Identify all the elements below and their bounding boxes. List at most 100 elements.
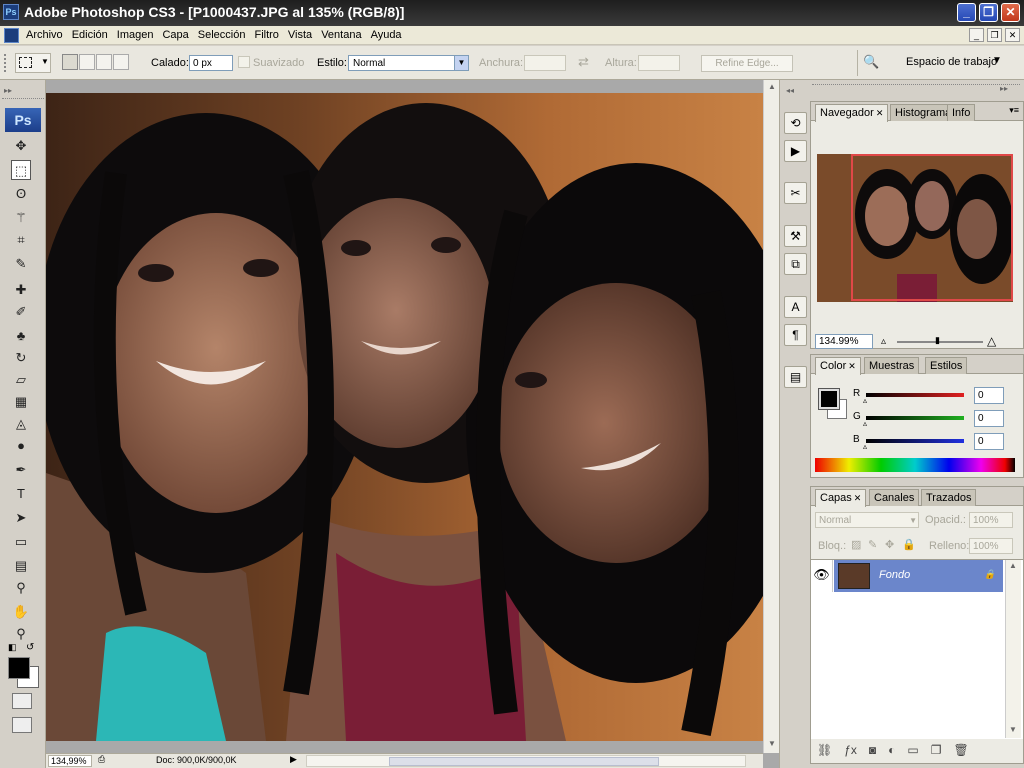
blend-mode-select[interactable]: Normal ▼ — [815, 512, 919, 528]
tab-canales[interactable]: Canales — [869, 489, 920, 506]
opacity-input[interactable]: 100% — [969, 512, 1013, 528]
doc-restore-button[interactable]: ❐ — [987, 28, 1002, 42]
slider-thumb[interactable]: ▵ — [863, 442, 867, 451]
new-group-icon[interactable]: ▭ — [907, 743, 918, 757]
minimize-button[interactable]: _ — [957, 3, 976, 22]
document-icon[interactable] — [4, 28, 19, 43]
tab-navegador[interactable]: Navegador ✕ — [815, 104, 889, 122]
crop-tool-icon[interactable]: ⌗ — [11, 230, 31, 250]
expand-dock-icon[interactable]: ◂◂ — [786, 86, 794, 95]
status-menu-arrow-icon[interactable]: ▶ — [290, 754, 297, 765]
estilo-select[interactable]: Normal ▼ — [348, 55, 469, 71]
actions-panel-icon[interactable]: ▶ — [784, 140, 807, 162]
photo-image[interactable] — [46, 93, 763, 741]
default-colors-icon[interactable]: ◧ — [8, 642, 17, 653]
blur-tool-icon[interactable]: ◬ — [11, 414, 31, 434]
clone-source-icon[interactable]: ⧉ — [784, 253, 807, 275]
scroll-down-icon[interactable]: ▼ — [765, 737, 779, 751]
slice-tool-icon[interactable]: ✎ — [11, 254, 31, 274]
zoom-out-icon[interactable]: ▵ — [881, 336, 886, 347]
swap-colors-icon[interactable]: ↺ — [26, 642, 34, 653]
scrollbar-thumb[interactable] — [389, 757, 659, 766]
tab-trazados[interactable]: Trazados — [921, 489, 977, 506]
channel-value-g[interactable]: 0 — [974, 410, 1004, 427]
tab-estilos[interactable]: Estilos — [925, 357, 968, 374]
healing-brush-tool-icon[interactable]: ✚ — [11, 280, 31, 300]
brush-tool-icon[interactable]: ✐ — [11, 302, 31, 322]
restore-button[interactable]: ❐ — [979, 3, 998, 22]
pen-tool-icon[interactable]: ✒ — [11, 460, 31, 480]
close-button[interactable]: ✕ — [1001, 3, 1020, 22]
dodge-tool-icon[interactable]: ● — [11, 436, 31, 456]
path-selection-tool-icon[interactable]: ➤ — [11, 508, 31, 528]
doc-close-button[interactable]: ✕ — [1005, 28, 1020, 42]
adjustment-layer-icon[interactable]: ◐ — [888, 743, 895, 757]
screen-mode-icon[interactable] — [12, 717, 32, 733]
menu-vista[interactable]: Vista — [288, 28, 318, 42]
workspace-menu[interactable]: Espacio de trabajo — [906, 56, 997, 68]
calado-input[interactable]: 0 px — [189, 55, 233, 71]
tab-muestras[interactable]: Muestras — [864, 357, 920, 374]
slider-thumb[interactable]: ▵ — [863, 419, 867, 428]
quick-mask-icon[interactable] — [12, 693, 32, 709]
scroll-down-icon[interactable]: ▼ — [1009, 725, 1017, 734]
character-panel-icon[interactable]: A — [784, 296, 807, 318]
photoshop-app-icon[interactable]: Ps — [3, 4, 19, 20]
link-layers-icon[interactable]: ⛓ — [817, 743, 832, 757]
channel-slider-g[interactable] — [866, 416, 964, 420]
marquee-tool-icon[interactable]: ⬚ — [11, 160, 31, 180]
chevron-down-icon[interactable]: ▼ — [992, 55, 1002, 66]
layer-style-icon[interactable]: ƒx — [844, 743, 857, 757]
layer-mask-icon[interactable]: ◙ — [869, 743, 876, 757]
intersect-selection-icon[interactable] — [113, 54, 129, 70]
scroll-up-icon[interactable]: ▲ — [1009, 561, 1017, 570]
refine-edge-button[interactable]: Refine Edge... — [701, 55, 793, 72]
history-panel-icon[interactable]: ⟲ — [784, 112, 807, 134]
suavizado-checkbox[interactable] — [238, 56, 250, 68]
collapse-arrows-icon[interactable]: ▸▸ — [4, 86, 12, 95]
lock-position-icon[interactable]: ✥ — [885, 538, 894, 551]
move-tool-icon[interactable]: ✥ — [11, 136, 31, 156]
zoom-in-icon[interactable]: △ — [987, 334, 996, 348]
hand-tool-icon[interactable]: ✋ — [11, 602, 31, 622]
gradient-tool-icon[interactable]: ▦ — [11, 392, 31, 412]
lock-all-icon[interactable]: 🔒 — [902, 538, 916, 551]
zoom-tool-icon[interactable]: ⚲ — [11, 624, 31, 644]
tab-color[interactable]: Color ✕ — [815, 357, 861, 375]
eyedropper-tool-icon[interactable]: ⚲ — [11, 578, 31, 598]
new-selection-icon[interactable] — [62, 54, 78, 70]
slider-thumb[interactable]: ▵ — [863, 396, 867, 405]
doc-minimize-button[interactable]: _ — [969, 28, 984, 42]
channel-slider-r[interactable] — [866, 393, 964, 397]
zoom-level-field[interactable]: 134,99% — [48, 755, 92, 767]
navigator-zoom-slider[interactable] — [897, 341, 983, 343]
altura-input[interactable] — [638, 55, 680, 71]
subtract-selection-icon[interactable] — [96, 54, 112, 70]
fill-input[interactable]: 100% — [969, 538, 1013, 554]
lock-pixels-icon[interactable]: ✎ — [868, 538, 877, 551]
history-brush-tool-icon[interactable]: ↻ — [11, 348, 31, 368]
layer-row-fondo[interactable]: Fondo 🔒 — [834, 560, 1003, 592]
slider-thumb[interactable]: ▮ — [935, 335, 940, 346]
lock-transparency-icon[interactable]: ▨ — [851, 538, 861, 551]
bridge-icon[interactable]: 🔍 — [863, 54, 885, 72]
ps-logo[interactable]: Ps — [5, 108, 41, 132]
menu-edicion[interactable]: Edición — [72, 28, 114, 42]
menu-ayuda[interactable]: Ayuda — [371, 28, 408, 42]
menu-imagen[interactable]: Imagen — [117, 28, 160, 42]
channel-value-b[interactable]: 0 — [974, 433, 1004, 450]
tab-info[interactable]: Info — [947, 104, 976, 121]
clone-stamp-tool-icon[interactable]: ♣ — [11, 326, 31, 346]
lasso-tool-icon[interactable]: ʘ — [11, 184, 31, 204]
menu-archivo[interactable]: Archivo — [26, 28, 69, 42]
panel-menu-icon[interactable]: ▾≡ — [1009, 105, 1019, 116]
status-info-icon[interactable]: ⎙ — [98, 754, 105, 765]
eraser-tool-icon[interactable]: ▱ — [11, 370, 31, 390]
eye-icon[interactable]: 👁 — [811, 560, 833, 592]
navigator-thumbnail[interactable] — [817, 154, 1013, 302]
toolbox-grip[interactable] — [2, 98, 44, 102]
foreground-color-swatch[interactable] — [8, 657, 30, 679]
swap-dimensions-icon[interactable]: ⇄ — [578, 54, 589, 70]
notes-tool-icon[interactable]: ▤ — [11, 556, 31, 576]
color-spectrum-bar[interactable] — [815, 458, 1015, 472]
